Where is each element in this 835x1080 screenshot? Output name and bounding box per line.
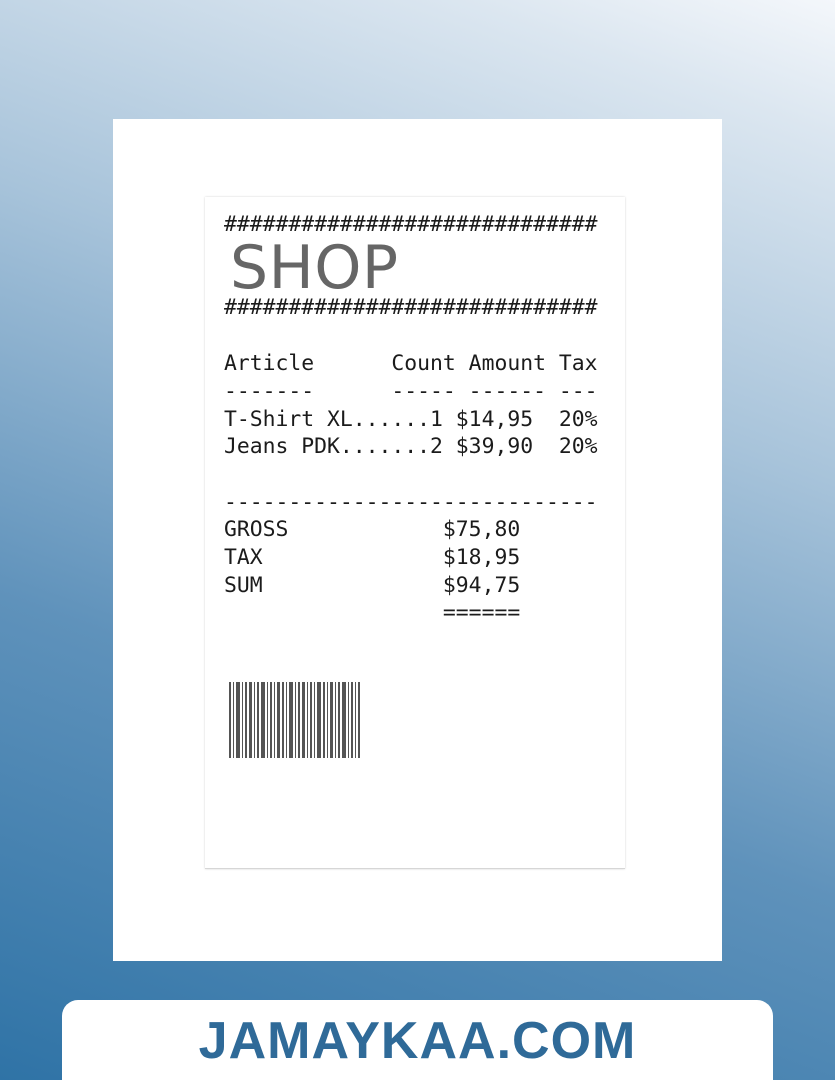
hash-rule-bottom: ############################# [224,295,598,320]
totals-rule: ----------------------------- [224,490,598,515]
brand-logo[interactable]: JAMAYKAA.COM [62,1010,773,1072]
total-tax: TAX $18,95 [224,545,521,570]
sum-underline: ====== [224,600,521,625]
barcode-icon [229,682,360,758]
total-sum: SUM $94,75 [224,573,521,598]
line-item: Jeans PDK.......2 $39,90 20% [224,434,598,459]
total-gross: GROSS $75,80 [224,517,521,542]
column-header-rule: ------- ----- ------ --- [224,379,598,404]
line-item: T-Shirt XL......1 $14,95 20% [224,407,598,432]
shop-title: SHOP [230,233,399,303]
column-header: Article Count Amount Tax [224,351,598,376]
